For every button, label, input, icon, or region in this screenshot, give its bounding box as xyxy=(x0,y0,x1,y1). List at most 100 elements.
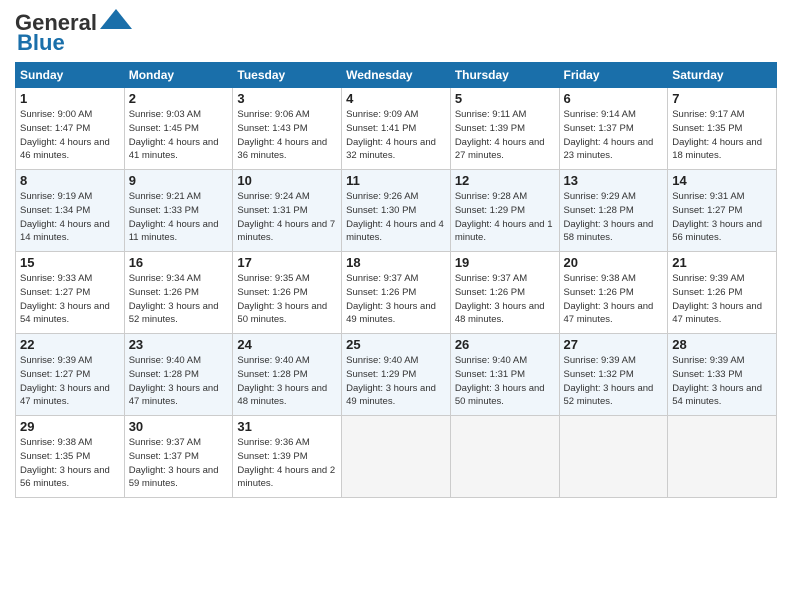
day-info: Sunrise: 9:19 AMSunset: 1:34 PMDaylight:… xyxy=(20,190,120,245)
day-cell: 23 Sunrise: 9:40 AMSunset: 1:28 PMDayligh… xyxy=(124,334,233,416)
day-cell: 8 Sunrise: 9:19 AMSunset: 1:34 PMDaylight… xyxy=(16,170,125,252)
day-cell: 28 Sunrise: 9:39 AMSunset: 1:33 PMDayligh… xyxy=(668,334,777,416)
day-info: Sunrise: 9:33 AMSunset: 1:27 PMDaylight:… xyxy=(20,272,120,327)
day-info: Sunrise: 9:38 AMSunset: 1:35 PMDaylight:… xyxy=(20,436,120,491)
day-cell xyxy=(342,416,451,498)
day-cell: 21 Sunrise: 9:39 AMSunset: 1:26 PMDayligh… xyxy=(668,252,777,334)
day-cell: 30 Sunrise: 9:37 AMSunset: 1:37 PMDayligh… xyxy=(124,416,233,498)
day-number: 8 xyxy=(20,173,120,188)
day-info: Sunrise: 9:14 AMSunset: 1:37 PMDaylight:… xyxy=(564,108,664,163)
day-cell: 16 Sunrise: 9:34 AMSunset: 1:26 PMDayligh… xyxy=(124,252,233,334)
day-number: 13 xyxy=(564,173,664,188)
day-info: Sunrise: 9:34 AMSunset: 1:26 PMDaylight:… xyxy=(129,272,229,327)
day-number: 12 xyxy=(455,173,555,188)
day-info: Sunrise: 9:36 AMSunset: 1:39 PMDaylight:… xyxy=(237,436,337,491)
week-row-1: 1Sunrise: 9:00 AMSunset: 1:47 PMDaylight… xyxy=(16,88,777,170)
day-cell: 22Sunrise: 9:39 AMSunset: 1:27 PMDayligh… xyxy=(16,334,125,416)
day-cell: 24 Sunrise: 9:40 AMSunset: 1:28 PMDayligh… xyxy=(233,334,342,416)
header-monday: Monday xyxy=(124,63,233,88)
week-row-5: 29 Sunrise: 9:38 AMSunset: 1:35 PMDayligh… xyxy=(16,416,777,498)
day-cell: 27 Sunrise: 9:39 AMSunset: 1:32 PMDayligh… xyxy=(559,334,668,416)
day-number: 19 xyxy=(455,255,555,270)
day-info: Sunrise: 9:11 AMSunset: 1:39 PMDaylight:… xyxy=(455,108,555,163)
day-number: 27 xyxy=(564,337,664,352)
day-info: Sunrise: 9:39 AMSunset: 1:27 PMDaylight:… xyxy=(20,354,120,409)
day-cell: 13 Sunrise: 9:29 AMSunset: 1:28 PMDayligh… xyxy=(559,170,668,252)
day-info: Sunrise: 9:03 AMSunset: 1:45 PMDaylight:… xyxy=(129,108,229,163)
day-info: Sunrise: 9:40 AMSunset: 1:31 PMDaylight:… xyxy=(455,354,555,409)
day-info: Sunrise: 9:40 AMSunset: 1:28 PMDaylight:… xyxy=(237,354,337,409)
day-info: Sunrise: 9:39 AMSunset: 1:26 PMDaylight:… xyxy=(672,272,772,327)
day-cell: 4 Sunrise: 9:09 AMSunset: 1:41 PMDaylight… xyxy=(342,88,451,170)
day-info: Sunrise: 9:37 AMSunset: 1:37 PMDaylight:… xyxy=(129,436,229,491)
logo-icon xyxy=(100,9,132,29)
day-number: 5 xyxy=(455,91,555,106)
header: General Blue xyxy=(15,10,777,56)
day-cell: 18 Sunrise: 9:37 AMSunset: 1:26 PMDayligh… xyxy=(342,252,451,334)
day-number: 24 xyxy=(237,337,337,352)
header-sunday: Sunday xyxy=(16,63,125,88)
day-cell: 5 Sunrise: 9:11 AMSunset: 1:39 PMDaylight… xyxy=(450,88,559,170)
day-info: Sunrise: 9:28 AMSunset: 1:29 PMDaylight:… xyxy=(455,190,555,245)
header-row: SundayMondayTuesdayWednesdayThursdayFrid… xyxy=(16,63,777,88)
day-cell: 17 Sunrise: 9:35 AMSunset: 1:26 PMDayligh… xyxy=(233,252,342,334)
day-cell: 11 Sunrise: 9:26 AMSunset: 1:30 PMDayligh… xyxy=(342,170,451,252)
day-number: 4 xyxy=(346,91,446,106)
logo: General Blue xyxy=(15,10,132,56)
day-info: Sunrise: 9:09 AMSunset: 1:41 PMDaylight:… xyxy=(346,108,446,163)
calendar-table: SundayMondayTuesdayWednesdayThursdayFrid… xyxy=(15,62,777,498)
day-cell xyxy=(450,416,559,498)
day-number: 20 xyxy=(564,255,664,270)
day-cell: 25 Sunrise: 9:40 AMSunset: 1:29 PMDayligh… xyxy=(342,334,451,416)
day-cell: 6 Sunrise: 9:14 AMSunset: 1:37 PMDaylight… xyxy=(559,88,668,170)
day-number: 10 xyxy=(237,173,337,188)
day-cell: 1Sunrise: 9:00 AMSunset: 1:47 PMDaylight… xyxy=(16,88,125,170)
day-info: Sunrise: 9:39 AMSunset: 1:32 PMDaylight:… xyxy=(564,354,664,409)
day-info: Sunrise: 9:37 AMSunset: 1:26 PMDaylight:… xyxy=(346,272,446,327)
logo-blue: Blue xyxy=(17,30,65,56)
day-number: 14 xyxy=(672,173,772,188)
day-info: Sunrise: 9:35 AMSunset: 1:26 PMDaylight:… xyxy=(237,272,337,327)
day-number: 17 xyxy=(237,255,337,270)
header-friday: Friday xyxy=(559,63,668,88)
day-info: Sunrise: 9:40 AMSunset: 1:29 PMDaylight:… xyxy=(346,354,446,409)
day-number: 6 xyxy=(564,91,664,106)
day-number: 26 xyxy=(455,337,555,352)
day-number: 30 xyxy=(129,419,229,434)
day-info: Sunrise: 9:29 AMSunset: 1:28 PMDaylight:… xyxy=(564,190,664,245)
day-cell: 31Sunrise: 9:36 AMSunset: 1:39 PMDayligh… xyxy=(233,416,342,498)
day-number: 29 xyxy=(20,419,120,434)
day-info: Sunrise: 9:38 AMSunset: 1:26 PMDaylight:… xyxy=(564,272,664,327)
day-cell: 9Sunrise: 9:21 AMSunset: 1:33 PMDaylight… xyxy=(124,170,233,252)
day-info: Sunrise: 9:40 AMSunset: 1:28 PMDaylight:… xyxy=(129,354,229,409)
day-number: 16 xyxy=(129,255,229,270)
day-number: 25 xyxy=(346,337,446,352)
day-cell: 14Sunrise: 9:31 AMSunset: 1:27 PMDayligh… xyxy=(668,170,777,252)
day-info: Sunrise: 9:26 AMSunset: 1:30 PMDaylight:… xyxy=(346,190,446,245)
day-cell: 26 Sunrise: 9:40 AMSunset: 1:31 PMDayligh… xyxy=(450,334,559,416)
day-cell: 10 Sunrise: 9:24 AMSunset: 1:31 PMDayligh… xyxy=(233,170,342,252)
day-info: Sunrise: 9:37 AMSunset: 1:26 PMDaylight:… xyxy=(455,272,555,327)
week-row-2: 8 Sunrise: 9:19 AMSunset: 1:34 PMDaylight… xyxy=(16,170,777,252)
day-number: 18 xyxy=(346,255,446,270)
header-tuesday: Tuesday xyxy=(233,63,342,88)
day-number: 28 xyxy=(672,337,772,352)
day-number: 9 xyxy=(129,173,229,188)
day-cell: 3Sunrise: 9:06 AMSunset: 1:43 PMDaylight… xyxy=(233,88,342,170)
day-number: 11 xyxy=(346,173,446,188)
page-container: General Blue SundayMondayTuesdayWednesda… xyxy=(0,0,792,508)
week-row-4: 22Sunrise: 9:39 AMSunset: 1:27 PMDayligh… xyxy=(16,334,777,416)
day-cell xyxy=(668,416,777,498)
day-info: Sunrise: 9:17 AMSunset: 1:35 PMDaylight:… xyxy=(672,108,772,163)
day-number: 21 xyxy=(672,255,772,270)
day-info: Sunrise: 9:24 AMSunset: 1:31 PMDaylight:… xyxy=(237,190,337,245)
day-number: 15 xyxy=(20,255,120,270)
day-cell: 2 Sunrise: 9:03 AMSunset: 1:45 PMDaylight… xyxy=(124,88,233,170)
day-info: Sunrise: 9:39 AMSunset: 1:33 PMDaylight:… xyxy=(672,354,772,409)
day-number: 23 xyxy=(129,337,229,352)
day-number: 1 xyxy=(20,91,120,106)
day-cell: 20 Sunrise: 9:38 AMSunset: 1:26 PMDayligh… xyxy=(559,252,668,334)
day-number: 2 xyxy=(129,91,229,106)
day-cell: 15 Sunrise: 9:33 AMSunset: 1:27 PMDayligh… xyxy=(16,252,125,334)
day-number: 7 xyxy=(672,91,772,106)
